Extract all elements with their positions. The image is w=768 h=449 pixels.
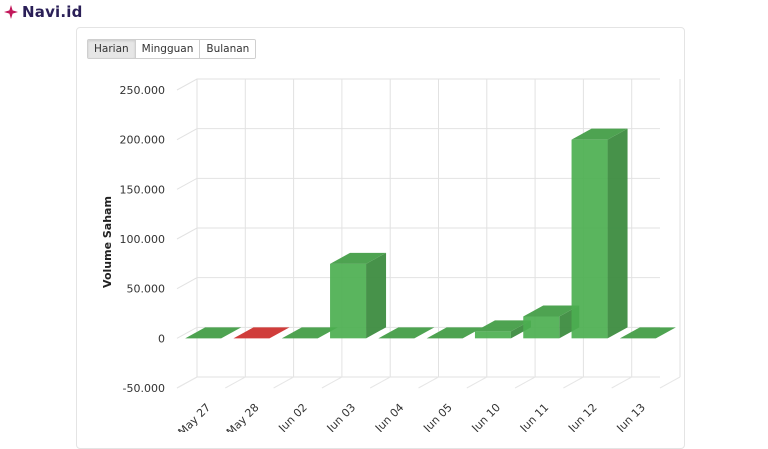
gridline-depth <box>659 376 681 389</box>
x-tick-label: Jun 11 <box>517 401 551 432</box>
chart-bars <box>185 128 676 339</box>
gridline-depth <box>466 376 488 389</box>
bar[interactable] <box>571 128 628 339</box>
y-tick-label: 50.000 <box>127 283 166 296</box>
x-tick-label: Jun 13 <box>614 401 648 432</box>
gridline-depth <box>321 376 343 389</box>
bar[interactable] <box>426 327 483 339</box>
y-axis-ticks: 250.000 200.000 150.000 100.000 50.000 0 -50.0… <box>120 84 166 395</box>
y-tick-label: -50.000 <box>123 382 165 395</box>
gridline-depth <box>273 376 294 389</box>
y-tick-label: 100.000 <box>120 233 166 246</box>
x-tick-label: Jun 02 <box>275 401 309 432</box>
bar[interactable] <box>523 305 580 339</box>
gridline-depth <box>369 376 391 389</box>
y-tick-label: 250.000 <box>120 84 166 97</box>
x-tick-label: Jun 04 <box>372 401 406 432</box>
bar[interactable] <box>378 327 435 339</box>
gridline-depth <box>563 376 584 389</box>
bar[interactable] <box>619 327 676 339</box>
x-tick-label: Jun 10 <box>469 401 503 432</box>
gridline-depth <box>418 376 439 389</box>
bar[interactable] <box>233 327 290 339</box>
x-tick-label: Jun 03 <box>324 401 358 432</box>
gridline-depth <box>611 376 632 389</box>
x-tick-label: Jun 12 <box>565 401 599 432</box>
gridline-depth <box>176 376 198 389</box>
x-tick-label: May 28 <box>224 401 262 432</box>
y-tick-label: 0 <box>158 332 165 345</box>
volume-chart: 250.000 200.000 150.000 100.000 50.000 0 -50.0… <box>101 78 681 432</box>
y-tick-label: 200.000 <box>120 134 166 147</box>
y-tick-label: 150.000 <box>120 183 166 196</box>
gridline-h <box>176 78 660 91</box>
gridline-depth <box>514 376 536 389</box>
x-tick-label: May 27 <box>176 401 214 432</box>
x-axis-ticks: May 27 May 28 Jun 02 Jun 03 Jun 04 Jun 05 Jun … <box>176 401 648 432</box>
y-axis-label: Volume Saham <box>101 196 114 288</box>
gridline-depth <box>225 376 246 389</box>
bar[interactable] <box>281 327 338 339</box>
bar[interactable] <box>330 252 387 339</box>
x-tick-label: Jun 05 <box>420 401 454 432</box>
bar[interactable] <box>474 320 531 339</box>
gridline-h <box>176 376 660 389</box>
